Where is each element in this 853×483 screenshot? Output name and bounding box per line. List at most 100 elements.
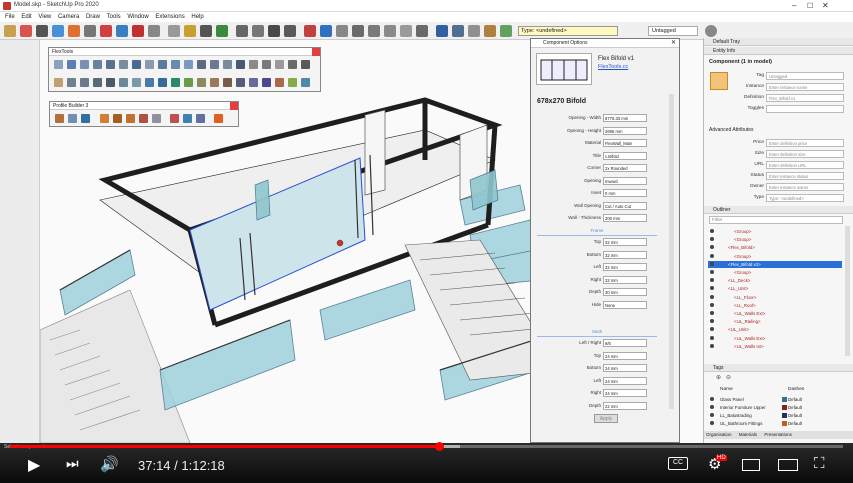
option-row-value[interactable]: c.Bifold: [603, 151, 647, 160]
flex-sliding-icon[interactable]: [93, 60, 102, 69]
frame-row-value[interactable]: 32 mm: [603, 238, 647, 246]
frame-row-value[interactable]: 32 mm: [603, 263, 647, 271]
flex-settings-icon[interactable]: [223, 78, 232, 87]
advanced-row-value[interactable]: Type: <undefined>: [766, 194, 844, 202]
type-field[interactable]: Type: <undefined>: [518, 26, 618, 36]
tab-organisation[interactable]: Organisation: [706, 432, 732, 437]
video-scrubber[interactable]: [434, 442, 444, 451]
line-tool-icon[interactable]: [36, 25, 48, 37]
tag-dash[interactable]: Default: [788, 396, 802, 403]
flex-stair-icon[interactable]: [158, 60, 167, 69]
tag-visibility-eye-icon[interactable]: [710, 421, 714, 425]
pb-cut-icon[interactable]: [170, 114, 179, 123]
option-row-value[interactable]: 0 mm: [603, 189, 647, 197]
visibility-eye-icon[interactable]: [710, 237, 714, 242]
flex-help-icon[interactable]: [288, 78, 297, 87]
visibility-eye-icon[interactable]: [710, 270, 714, 274]
wireframe-icon[interactable]: [452, 25, 464, 37]
flex-flip-icon[interactable]: [132, 78, 141, 87]
play-icon[interactable]: ▶: [28, 455, 40, 475]
tape-measure-icon[interactable]: [168, 25, 180, 37]
paint-bucket-icon[interactable]: [216, 25, 228, 37]
tag-dash[interactable]: Default: [788, 420, 802, 427]
outliner-filter-input[interactable]: Filter: [709, 216, 843, 224]
tag-color-swatch[interactable]: [782, 413, 787, 418]
tag-color-swatch[interactable]: [782, 421, 787, 426]
flex-window-icon[interactable]: [54, 60, 63, 69]
tag-visibility-eye-icon[interactable]: [710, 397, 714, 401]
entity-row-value[interactable]: [766, 105, 844, 113]
advanced-row-value[interactable]: Enter definition size: [766, 150, 844, 158]
outliner-item[interactable]: <UL_Walls Int>: [708, 343, 842, 350]
sash-row-value[interactable]: 6/6: [603, 339, 647, 347]
tab-materials[interactable]: Materials: [739, 432, 757, 437]
option-row-value[interactable]: 6775.33 mm: [603, 114, 647, 122]
iso-view-icon[interactable]: [352, 25, 364, 37]
flex-info-icon[interactable]: [301, 78, 310, 87]
tags-header[interactable]: Tags: [704, 364, 853, 372]
flex-copy-icon[interactable]: [93, 78, 102, 87]
pb-split-icon[interactable]: [139, 114, 148, 123]
advanced-row-value[interactable]: Enter definition URL: [766, 161, 844, 169]
component-options-scrollbar[interactable]: [669, 94, 674, 409]
outliner-item[interactable]: <UL_Unit>: [708, 326, 842, 333]
tag-row[interactable]: UL_Bathroom Fittings Default: [708, 420, 846, 427]
sash-row-value[interactable]: 24 mm: [603, 389, 647, 397]
rotate-tool-icon[interactable]: [116, 25, 128, 37]
volume-icon[interactable]: 🔊: [100, 455, 119, 473]
flex-trim-icon[interactable]: [184, 60, 193, 69]
visibility-eye-icon[interactable]: [710, 261, 714, 266]
tag-dash[interactable]: Default: [788, 404, 802, 411]
menu-view[interactable]: View: [38, 12, 51, 22]
maximize-icon[interactable]: ☐: [807, 2, 813, 10]
pb-draw-profile-icon[interactable]: [55, 114, 64, 123]
zoom-extents-icon[interactable]: [284, 25, 296, 37]
frame-row-value[interactable]: 32 mm: [603, 250, 647, 259]
visibility-eye-icon[interactable]: [710, 278, 714, 283]
outliner-item[interactable]: <UL_Railing>: [708, 318, 842, 325]
flex-box-icon[interactable]: [54, 78, 63, 87]
flex-panel-icon[interactable]: [106, 60, 115, 69]
sash-row-value[interactable]: 24 mm: [603, 364, 647, 372]
delete-tag-icon[interactable]: ⊖: [726, 374, 731, 381]
entity-row-value[interactable]: Flex_Bifold v1: [766, 94, 844, 102]
option-row-value[interactable]: 2x Rounded: [603, 164, 647, 172]
outliner-item[interactable]: <Group>: [708, 269, 842, 276]
menu-help[interactable]: Help: [191, 12, 203, 22]
pb-member-icon[interactable]: [113, 114, 122, 123]
flextools-close-button[interactable]: [312, 48, 320, 56]
advanced-row-value[interactable]: Enter definition price: [766, 139, 844, 147]
outliner-header[interactable]: Outliner: [704, 206, 853, 214]
axes-tool-icon[interactable]: [200, 25, 212, 37]
flex-glass-icon[interactable]: [132, 60, 141, 69]
add-tag-icon[interactable]: ⊕: [716, 374, 721, 381]
pan-tool-icon[interactable]: [252, 25, 264, 37]
option-row-value[interactable]: Inward: [603, 176, 647, 185]
outliner-item[interactable]: <LL_Roof>: [708, 302, 842, 309]
front-view-icon[interactable]: [384, 25, 396, 37]
flex-floor-icon[interactable]: [262, 60, 271, 69]
user-account-icon[interactable]: [705, 25, 717, 37]
visibility-eye-icon[interactable]: [710, 311, 714, 315]
flex-cabinet-icon[interactable]: [197, 60, 206, 69]
arc-tool-icon[interactable]: [52, 25, 64, 37]
component-options-close-icon[interactable]: ✕: [671, 39, 676, 48]
flex-mirror-icon[interactable]: [119, 78, 128, 87]
right-view-icon[interactable]: [400, 25, 412, 37]
minimize-icon[interactable]: –: [792, 1, 796, 10]
option-row-value[interactable]: 2695 mm: [603, 126, 647, 135]
select-tool-icon[interactable]: [4, 25, 16, 37]
tab-presentations[interactable]: Presentations: [764, 432, 792, 437]
apply-button[interactable]: Apply: [594, 414, 618, 423]
menu-draw[interactable]: Draw: [86, 12, 100, 22]
flex-refresh-icon[interactable]: [236, 78, 245, 87]
flex-material-icon[interactable]: [171, 78, 180, 87]
captions-icon[interactable]: CC: [668, 457, 688, 470]
back-view-icon[interactable]: [416, 25, 428, 37]
visibility-eye-icon[interactable]: [710, 294, 714, 299]
pb-library-icon[interactable]: [196, 114, 205, 123]
layout-icon[interactable]: [336, 25, 348, 37]
tag-row[interactable]: Interior Furniture Upper Default: [708, 404, 846, 411]
entity-row-value[interactable]: Enter instance name: [766, 83, 844, 91]
pb-edit-icon[interactable]: [126, 114, 135, 123]
